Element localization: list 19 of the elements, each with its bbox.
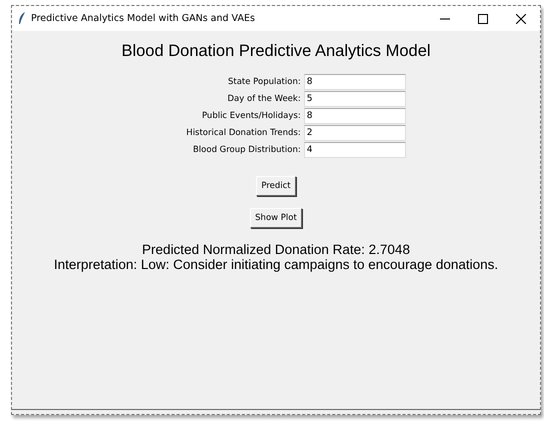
input-field[interactable]: 8 bbox=[304, 108, 406, 124]
field-label: Blood Group Distribution: bbox=[192, 145, 302, 155]
predict-button[interactable]: Predict bbox=[256, 176, 296, 196]
input-field[interactable]: 2 bbox=[304, 125, 406, 141]
field-label: Public Events/Holidays: bbox=[200, 111, 302, 121]
result-text: Predicted Normalized Donation Rate: 2.7048 bbox=[141, 242, 411, 257]
window-title: Predictive Analytics Model with GANs and VAEs bbox=[31, 13, 256, 24]
input-field[interactable]: 4 bbox=[304, 142, 406, 158]
close-icon bbox=[516, 14, 526, 24]
input-field[interactable]: 8 bbox=[304, 74, 406, 90]
feather-icon bbox=[18, 12, 26, 25]
show-plot-button[interactable]: Show Plot bbox=[250, 208, 302, 228]
maximize-icon bbox=[478, 14, 488, 24]
input-field[interactable]: 5 bbox=[304, 91, 406, 107]
field-label: Day of the Week: bbox=[226, 94, 302, 104]
field-label: State Population: bbox=[226, 77, 302, 87]
field-label: Historical Donation Trends: bbox=[186, 128, 302, 138]
result-text: Interpretation: Low: Consider initiating campaigns to encourage donations. bbox=[54, 257, 498, 272]
heading: Blood Donation Predictive Analytics Model bbox=[121, 42, 431, 61]
